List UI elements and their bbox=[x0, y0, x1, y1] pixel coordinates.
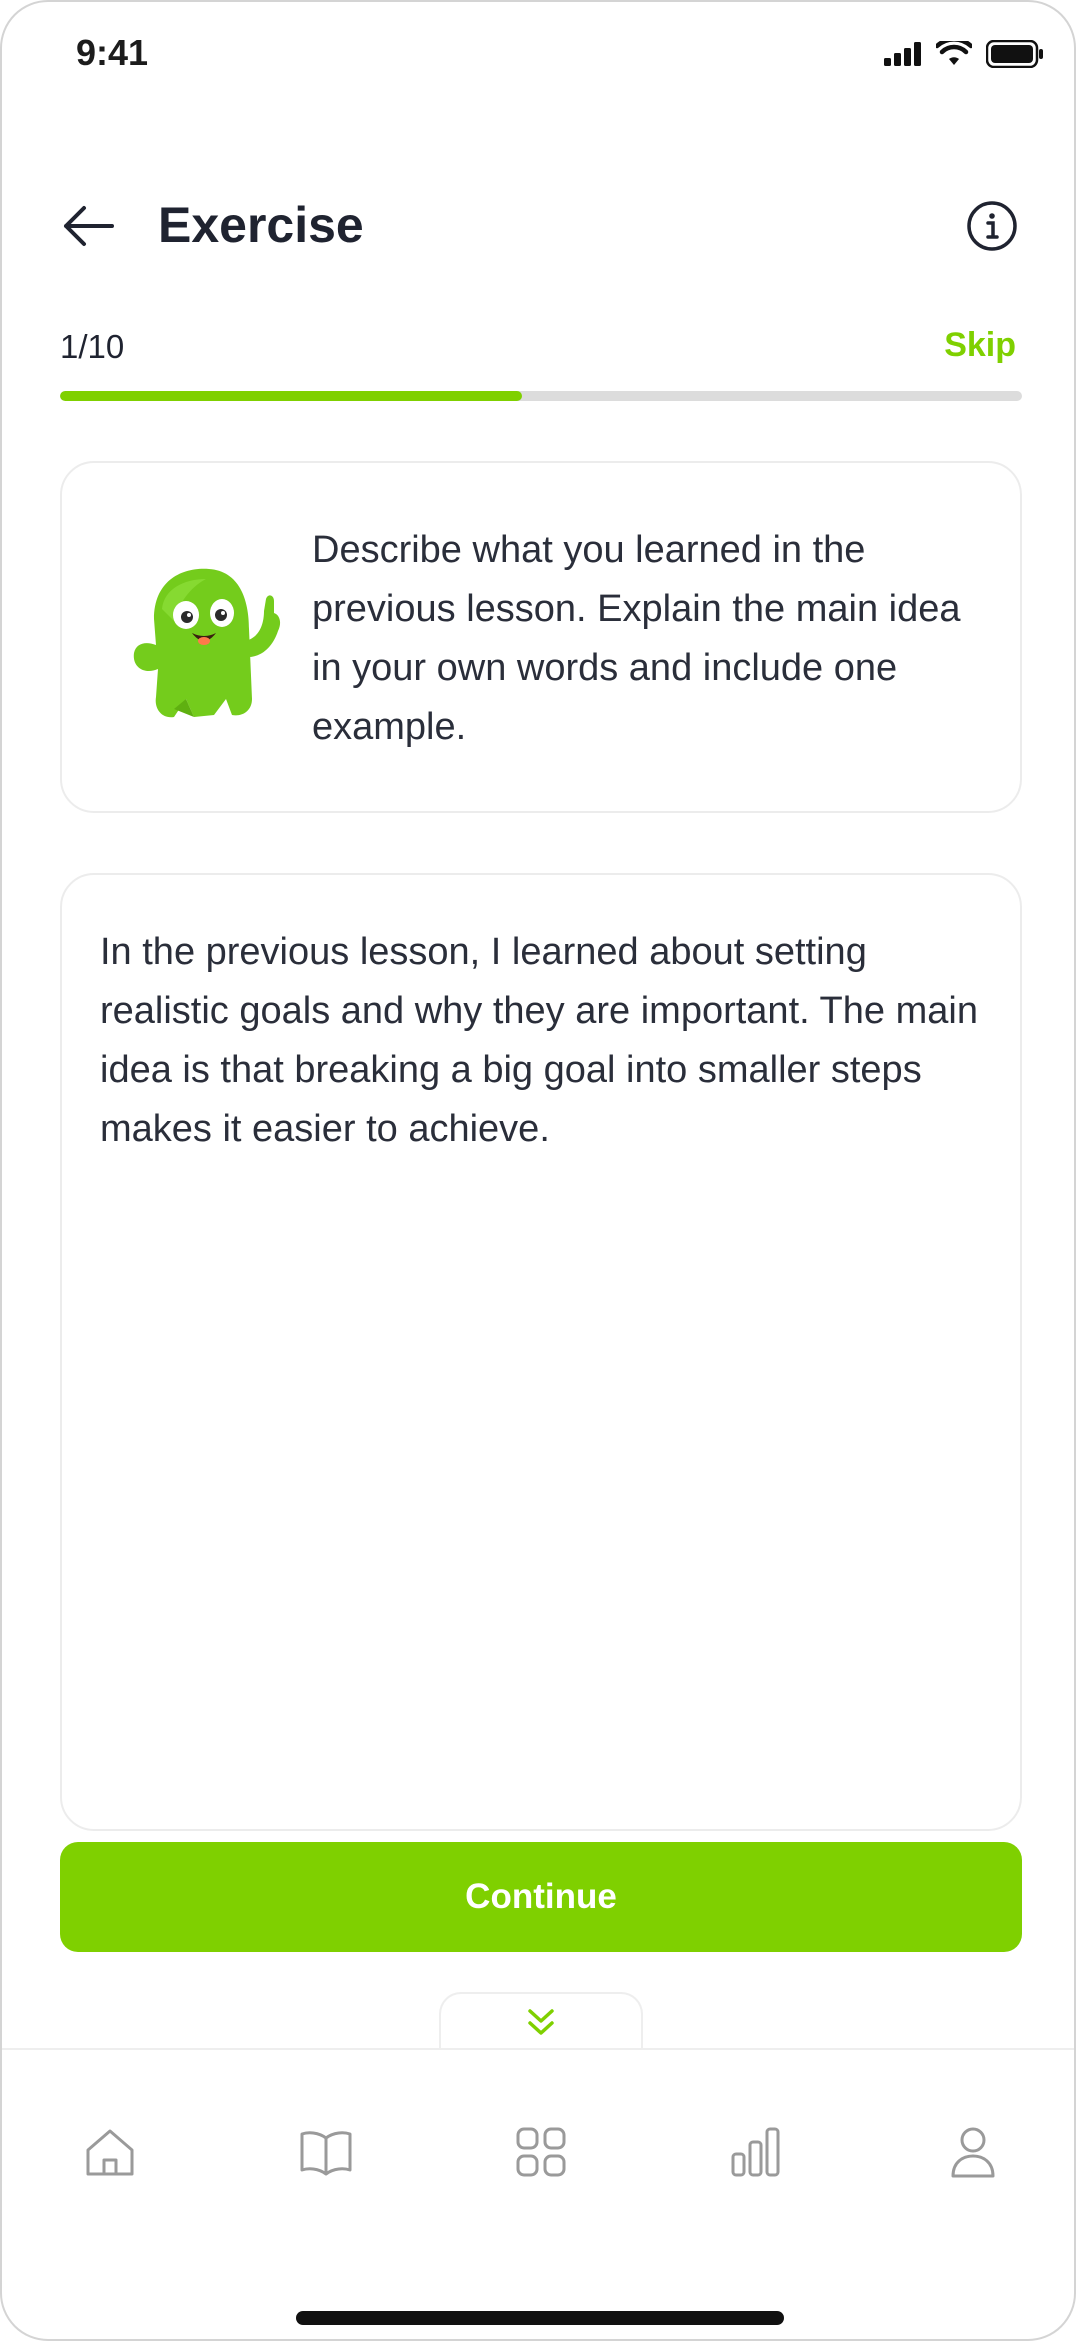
arrow-left-icon bbox=[64, 206, 114, 246]
phone-screen: 9:41 Exercise 1/10 Skip Describe what yo… bbox=[0, 0, 1076, 2341]
info-icon bbox=[967, 201, 1017, 251]
prompt-text: Describe what you learned in the previou… bbox=[312, 529, 961, 748]
page-title: Exercise bbox=[158, 197, 364, 253]
nav-item-apps[interactable] bbox=[505, 2116, 577, 2188]
progress-bar bbox=[60, 391, 1022, 401]
progress-label: 1/10 bbox=[60, 328, 125, 365]
continue-button[interactable]: Continue bbox=[60, 1842, 1022, 1952]
home-indicator bbox=[296, 2311, 784, 2325]
prompt-card: Describe what you learned in the previou… bbox=[60, 461, 1022, 813]
answer-textarea[interactable]: In the previous lesson, I learned about … bbox=[60, 873, 1022, 1831]
nav-item-profile[interactable] bbox=[937, 2116, 1009, 2188]
collapse-tab[interactable] bbox=[439, 1992, 643, 2050]
status-icons bbox=[884, 40, 1044, 68]
profile-icon bbox=[951, 2127, 995, 2178]
double-chevron-down-icon bbox=[528, 2009, 554, 2035]
back-button[interactable] bbox=[60, 198, 116, 254]
mascot-image bbox=[133, 568, 281, 718]
battery-icon bbox=[986, 40, 1043, 68]
progress-fill bbox=[60, 391, 522, 401]
bar-chart-icon bbox=[731, 2127, 780, 2177]
answer-text[interactable]: In the previous lesson, I learned about … bbox=[100, 923, 1000, 1159]
info-button[interactable] bbox=[966, 200, 1018, 252]
bottom-nav bbox=[2, 2050, 1074, 2290]
grid-icon bbox=[516, 2127, 566, 2177]
skip-button[interactable]: Skip bbox=[944, 326, 1016, 365]
status-time: 9:41 bbox=[76, 32, 149, 73]
nav-item-learn[interactable] bbox=[290, 2116, 362, 2188]
nav-item-home[interactable] bbox=[74, 2116, 146, 2188]
nav-item-stats[interactable] bbox=[720, 2116, 792, 2188]
home-icon bbox=[86, 2129, 134, 2176]
signal-icon bbox=[884, 42, 921, 66]
wifi-icon bbox=[936, 41, 972, 65]
book-icon bbox=[300, 2131, 352, 2176]
